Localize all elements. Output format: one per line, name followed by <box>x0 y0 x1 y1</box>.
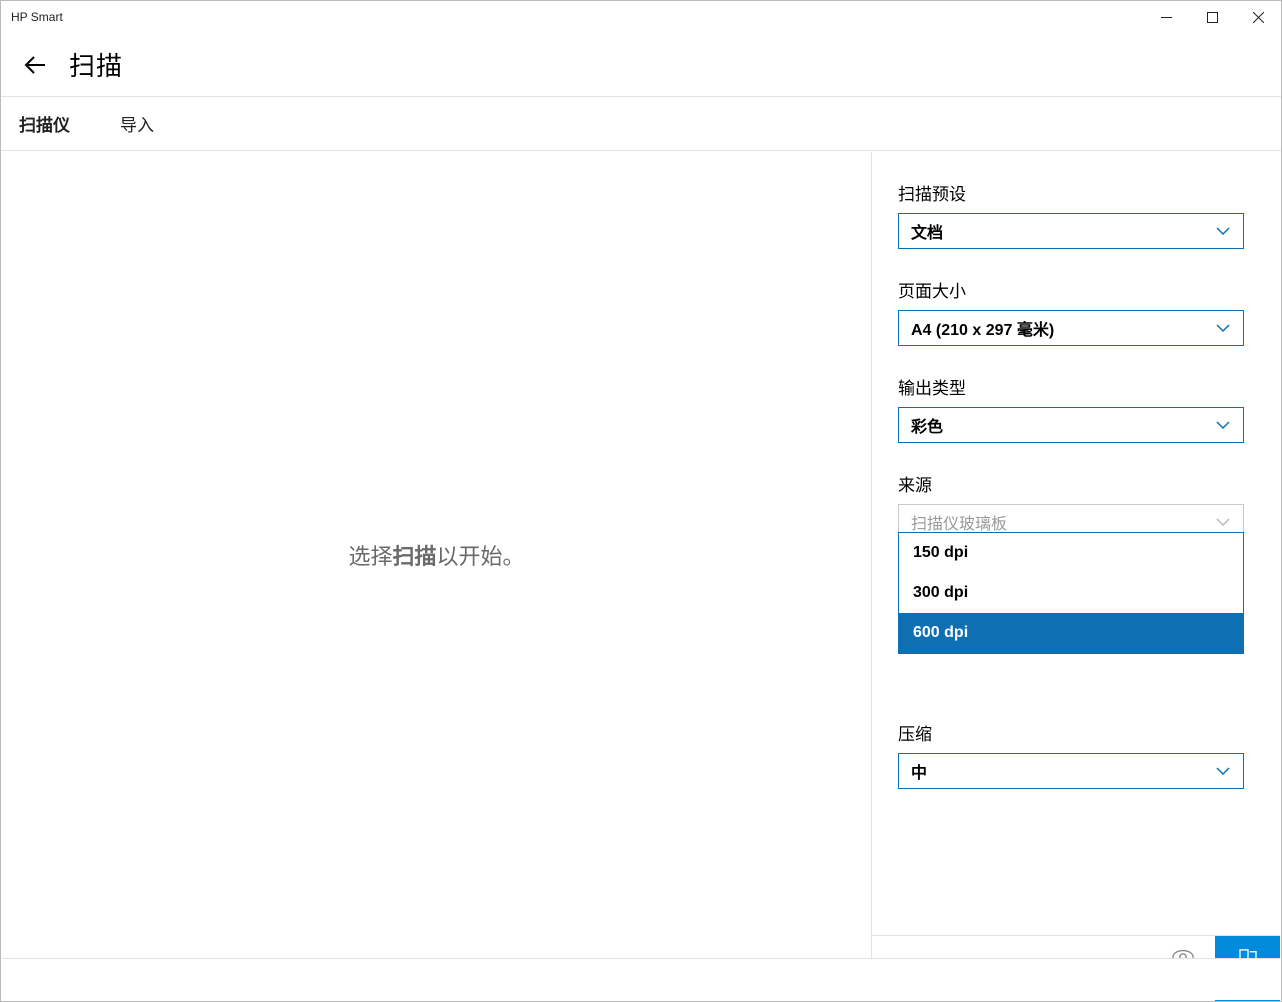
preview-text-prefix: 选择 <box>348 544 392 569</box>
field-output-type: 输出类型 彩色 <box>898 374 1244 443</box>
tab-bar: 扫描仪 导入 <box>1 97 1281 151</box>
field-page-size: 页面大小 A4 (210 x 297 毫米) <box>898 277 1244 346</box>
chevron-down-icon <box>1215 417 1231 433</box>
arrow-left-icon <box>23 53 47 77</box>
bottom-border <box>2 958 1280 1000</box>
chevron-down-icon <box>1215 223 1231 239</box>
tab-scanner[interactable]: 扫描仪 <box>19 111 70 136</box>
select-compression-value: 中 <box>911 759 927 783</box>
main-area: 选择扫描以开始。 扫描预设 文档 页面大小 A4 (210 x 297 毫米) <box>2 152 1280 958</box>
back-button[interactable] <box>19 49 51 81</box>
minimize-button[interactable] <box>1143 1 1189 33</box>
preview-text-suffix: 以开始。 <box>437 544 525 569</box>
select-page-size-value: A4 (210 x 297 毫米) <box>911 316 1054 340</box>
field-source: 来源 扫描仪玻璃板 <box>898 471 1244 540</box>
select-output-type[interactable]: 彩色 <box>898 407 1244 443</box>
select-output-type-value: 彩色 <box>911 413 943 437</box>
label-output-type: 输出类型 <box>898 374 1244 399</box>
dropdown-item-150dpi[interactable]: 150 dpi <box>899 533 1243 573</box>
select-scan-preset[interactable]: 文档 <box>898 213 1244 249</box>
chevron-down-icon <box>1215 763 1231 779</box>
select-scan-preset-value: 文档 <box>911 219 943 243</box>
settings-panel: 扫描预设 文档 页面大小 A4 (210 x 297 毫米) 输出类型 彩色 <box>872 152 1280 958</box>
preview-placeholder: 选择扫描以开始。 <box>348 539 524 571</box>
app-title: HP Smart <box>11 10 63 24</box>
close-button[interactable] <box>1235 1 1281 33</box>
dropdown-item-300dpi[interactable]: 300 dpi <box>899 573 1243 613</box>
select-source-value: 扫描仪玻璃板 <box>911 510 1007 534</box>
tab-import[interactable]: 导入 <box>120 111 154 136</box>
preview-area: 选择扫描以开始。 <box>2 152 872 958</box>
chevron-down-icon <box>1215 320 1231 336</box>
dropdown-resolution: 150 dpi 300 dpi 600 dpi <box>898 532 1244 654</box>
titlebar: HP Smart <box>1 1 1281 33</box>
field-scan-preset: 扫描预设 文档 <box>898 180 1244 249</box>
select-page-size[interactable]: A4 (210 x 297 毫米) <box>898 310 1244 346</box>
dropdown-item-600dpi[interactable]: 600 dpi <box>899 613 1243 653</box>
page-title: 扫描 <box>69 46 123 83</box>
page-header: 扫描 <box>1 33 1281 97</box>
maximize-button[interactable] <box>1189 1 1235 33</box>
label-source: 来源 <box>898 471 1244 496</box>
select-compression[interactable]: 中 <box>898 753 1244 789</box>
window-controls <box>1143 1 1281 33</box>
label-compression: 压缩 <box>898 720 1244 745</box>
field-compression: 压缩 中 <box>898 720 1244 789</box>
preview-text-bold: 扫描 <box>392 544 436 569</box>
label-page-size: 页面大小 <box>898 277 1244 302</box>
label-scan-preset: 扫描预设 <box>898 180 1244 205</box>
chevron-down-icon <box>1215 514 1231 530</box>
